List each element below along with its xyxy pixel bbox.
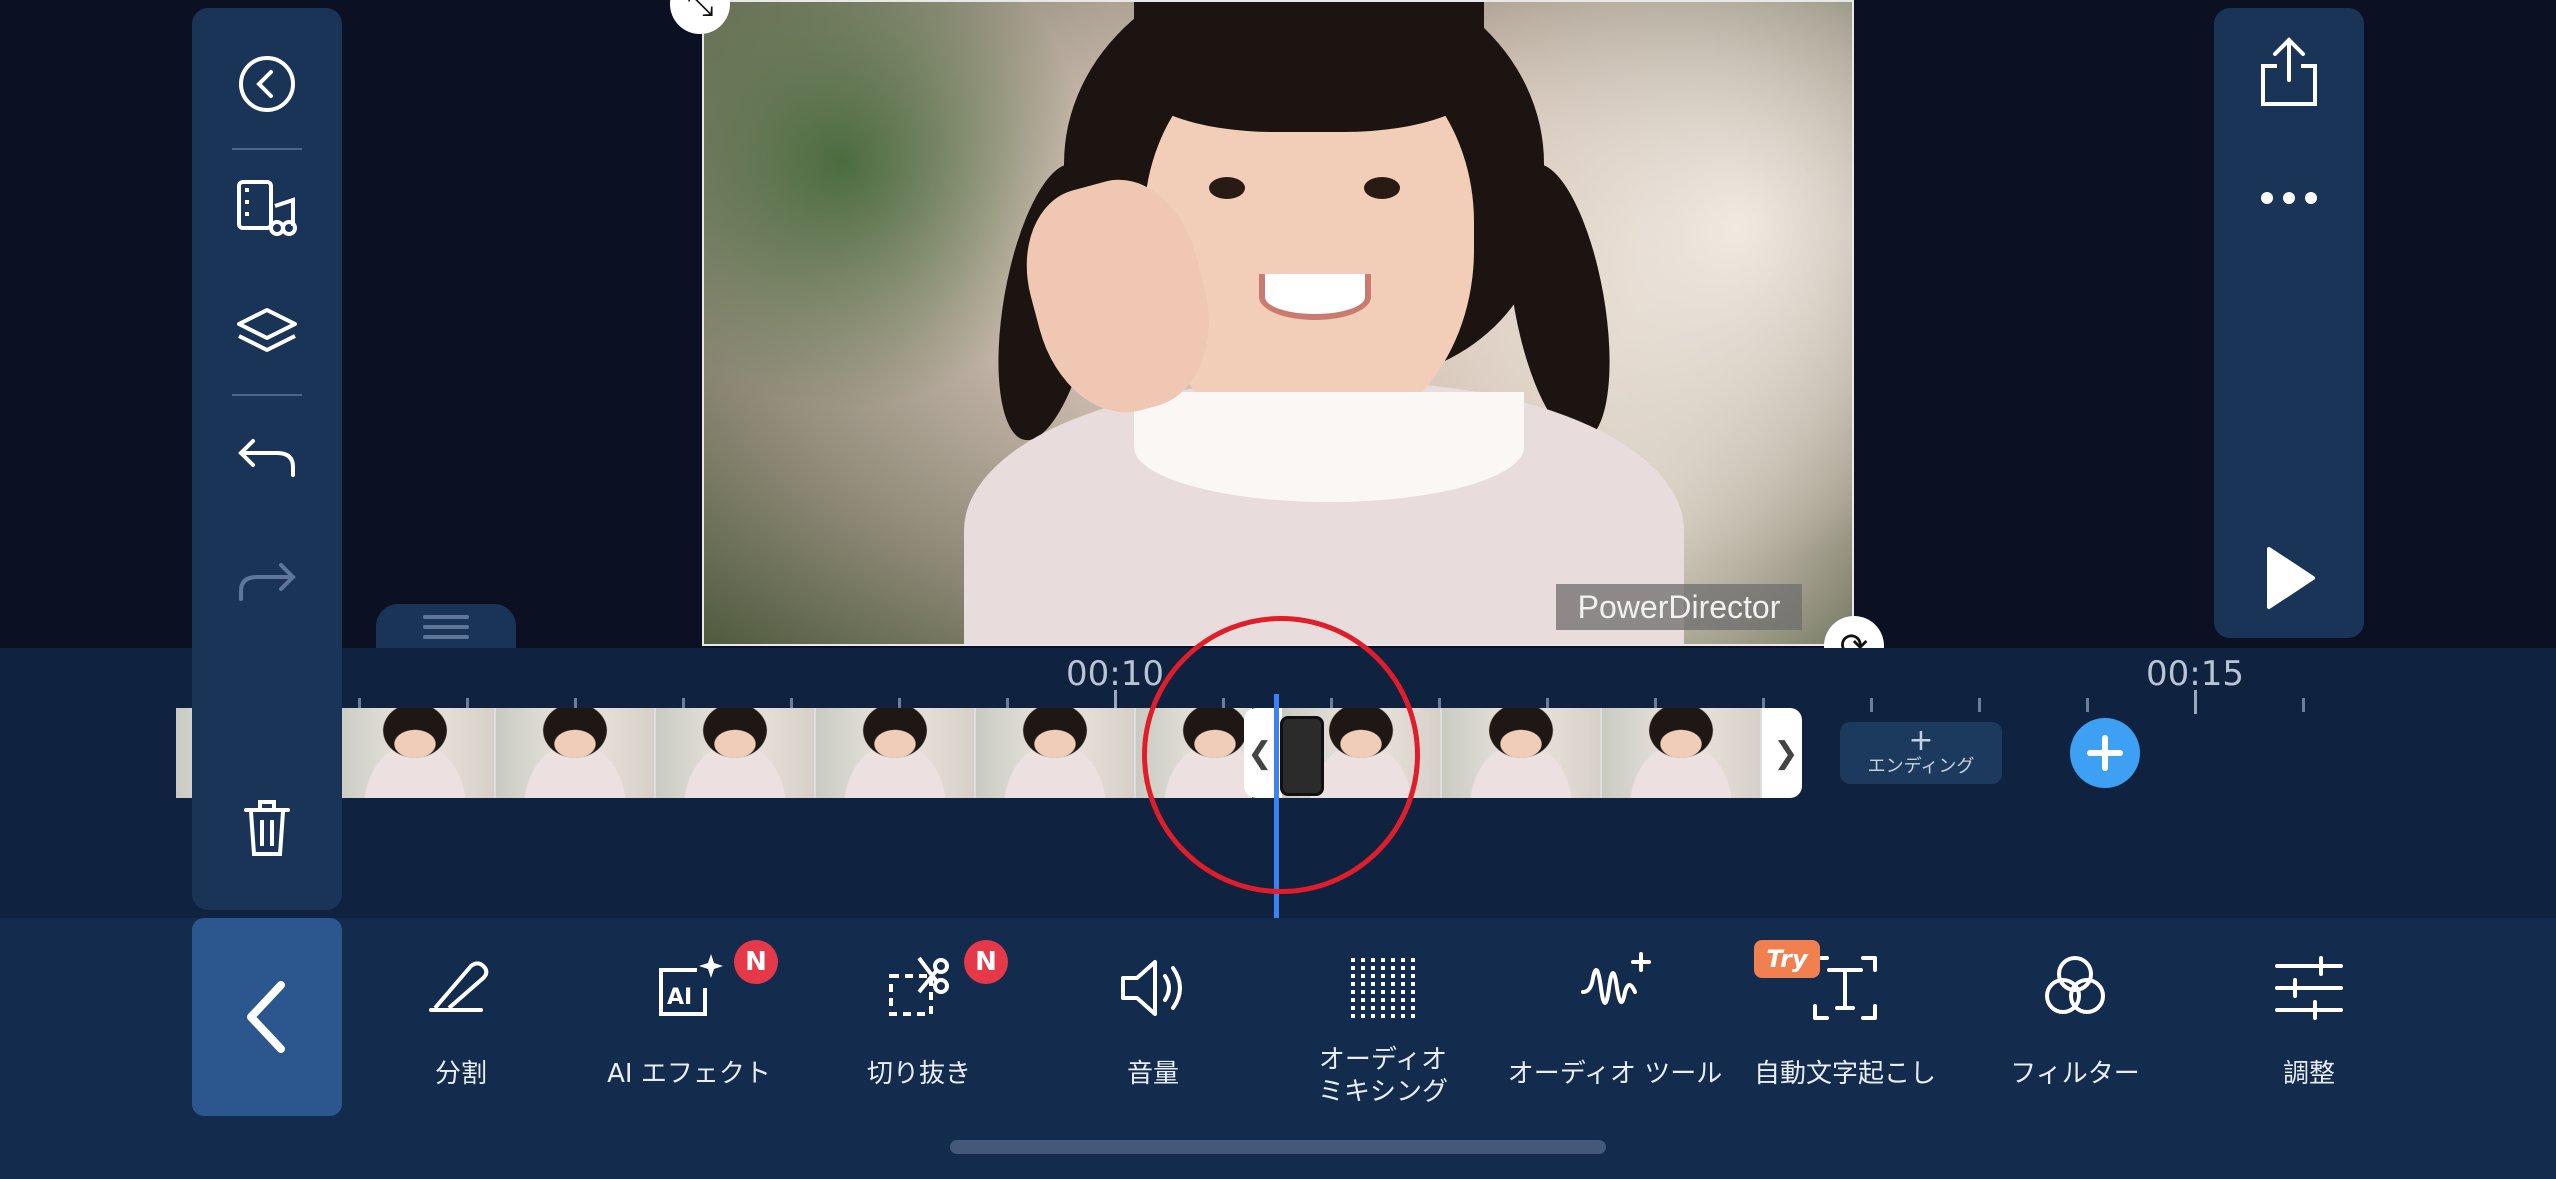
timeline-drag-handle[interactable]: [376, 604, 516, 648]
svg-text:AI: AI: [667, 985, 692, 1010]
audio-wave-icon: [1581, 952, 1651, 1005]
left-sidebar: [192, 8, 342, 910]
tool-ai-effect[interactable]: AI N AI エフェクト: [574, 940, 804, 1120]
ending-button[interactable]: + エンディング: [1840, 722, 2002, 784]
crop-cut-icon: [889, 956, 949, 1016]
media-music-icon[interactable]: [192, 168, 342, 248]
sliders-icon: [2275, 956, 2343, 1020]
redo-icon[interactable]: [192, 542, 342, 622]
export-icon[interactable]: [2214, 32, 2364, 112]
ending-plus-icon: +: [1908, 723, 1934, 758]
split-blade-icon: [429, 961, 489, 1012]
preview-bangs: [1134, 2, 1484, 132]
play-icon[interactable]: [2214, 538, 2364, 618]
preview-eye-right: [1364, 177, 1400, 199]
video-preview[interactable]: [702, 0, 1854, 646]
ruler-label: 00:15: [2146, 654, 2244, 694]
tool-label: 自動文字起こし: [1753, 1059, 1936, 1089]
drag-lines-icon: [423, 615, 469, 639]
tool-adjust[interactable]: 調整: [2194, 940, 2424, 1120]
ending-label: エンディング: [1867, 756, 1975, 777]
plus-icon: [2087, 735, 2123, 771]
tool-crop[interactable]: N 切り抜き: [804, 940, 1034, 1120]
tool-label: 分割: [434, 1059, 487, 1089]
tool-auto-caption[interactable]: Try 自動文字起こし: [1730, 940, 1960, 1120]
tool-label: オーディオ ツール: [1507, 1059, 1723, 1089]
tool-split[interactable]: 分割: [346, 940, 576, 1120]
layers-icon[interactable]: [192, 294, 342, 374]
home-indicator: [950, 1140, 1606, 1154]
tool-label: 切り抜き: [866, 1059, 971, 1089]
trim-handle-right-icon[interactable]: ❯: [1770, 708, 1802, 798]
tool-label: AI エフェクト: [607, 1059, 771, 1089]
trash-icon[interactable]: [192, 788, 342, 868]
more-icon[interactable]: [2214, 158, 2364, 238]
chevron-left-icon: [247, 981, 285, 1053]
tool-volume[interactable]: 音量: [1038, 940, 1268, 1120]
tool-audio-tools[interactable]: オーディオ ツール: [1500, 940, 1730, 1120]
highlight-circle: [1142, 616, 1420, 894]
tool-label: オーディオ ミキシング: [1317, 1045, 1448, 1107]
audio-mixing-icon: [1351, 958, 1415, 1018]
preview-collar: [1134, 392, 1524, 502]
add-clip-button[interactable]: [2070, 718, 2140, 788]
tool-label: フィルター: [2010, 1059, 2140, 1089]
new-badge: N: [734, 940, 778, 984]
tool-audio-mixing[interactable]: オーディオ ミキシング: [1268, 940, 1498, 1120]
ruler-label: 00:10: [1066, 654, 1164, 694]
speaker-icon: [1121, 960, 1182, 1016]
tool-label: 調整: [2282, 1059, 2335, 1089]
preview-mouth: [1259, 274, 1371, 320]
back-icon[interactable]: [192, 44, 342, 124]
toolbar-back-button[interactable]: [192, 918, 342, 1116]
undo-icon[interactable]: [192, 418, 342, 498]
tool-filter[interactable]: フィルター: [1960, 940, 2190, 1120]
watermark[interactable]: PowerDirector: [1556, 584, 1802, 630]
new-badge: N: [964, 940, 1008, 984]
ai-effect-icon: AI: [659, 954, 723, 1016]
tool-label: 音量: [1126, 1059, 1179, 1089]
preview-eye-left: [1209, 177, 1245, 199]
try-badge: Try: [1754, 940, 1820, 978]
filter-icon: [2045, 956, 2105, 1014]
right-sidebar: [2214, 8, 2364, 638]
